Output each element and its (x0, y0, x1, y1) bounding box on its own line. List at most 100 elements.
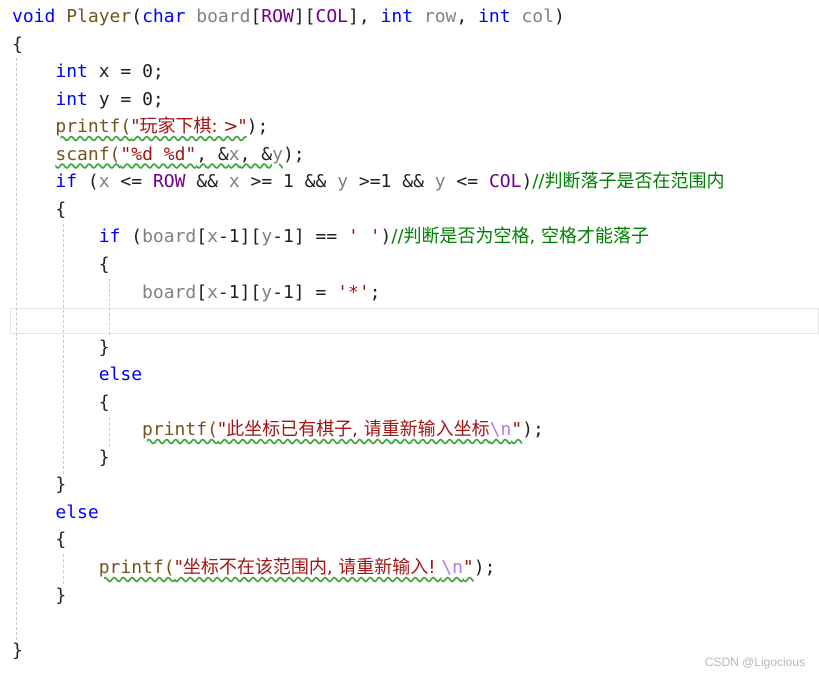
code-token: -1][ (217, 281, 262, 303)
code-line[interactable]: int y = 0; (12, 86, 164, 114)
code-token: int (55, 88, 88, 110)
code-line[interactable]: if (board[x-1][y-1] == ' ')//判断是否为空格, 空格… (12, 223, 649, 251)
code-token: ; (369, 281, 381, 303)
code-token: y (87, 88, 110, 110)
code-token: x (228, 143, 240, 165)
code-token: ][ (293, 6, 316, 27)
code-line[interactable]: { (12, 31, 23, 59)
code-line[interactable]: } (12, 334, 110, 362)
code-token: char (142, 6, 186, 27)
code-token: int (55, 61, 88, 83)
code-token: board (142, 281, 197, 303)
code-token: "%d %d" (120, 143, 197, 165)
code-token: x (228, 171, 240, 193)
code-token: ); (282, 143, 305, 165)
code-line[interactable]: else (12, 499, 99, 527)
code-line[interactable]: printf("此坐标已有棋子, 请重新输入坐标\n"); (12, 416, 544, 444)
code-token: Player (55, 6, 132, 27)
code-line[interactable]: board[x-1][y-1] = '*'; (12, 279, 381, 307)
code-line[interactable]: scanf("%d %d", &x, &y); (12, 141, 305, 169)
code-editor[interactable]: void Player(char board[ROW][COL], int ro… (0, 0, 819, 677)
code-token: { (12, 198, 67, 220)
code-token: -1][ (217, 226, 262, 248)
code-token: " (511, 419, 523, 441)
code-token: ROW (261, 6, 294, 27)
code-token: '*' (337, 281, 370, 303)
code-token: } (12, 446, 110, 468)
code-token: ) (521, 171, 533, 193)
code-token: " (462, 557, 474, 578)
code-token: ) (553, 6, 565, 27)
code-token: printf( (98, 557, 175, 578)
code-line[interactable]: printf("坐标不在该范围内, 请重新输入! \n"); (12, 554, 496, 582)
code-token: else (55, 501, 99, 523)
code-line[interactable]: } (12, 582, 66, 610)
code-token: if (98, 226, 121, 248)
code-token: row (413, 6, 457, 27)
code-token: "玩家下棋: >" (131, 116, 247, 138)
code-token: } (12, 639, 23, 661)
code-line[interactable]: else (12, 361, 142, 389)
code-line[interactable]: } (12, 637, 23, 665)
code-token: ); (473, 557, 496, 578)
code-line[interactable]: { (12, 389, 110, 417)
code-token: ( (77, 171, 99, 193)
code-token: && (185, 171, 229, 193)
code-token: <= (109, 171, 153, 193)
code-line[interactable]: } (12, 444, 110, 472)
code-token: ( (120, 226, 143, 248)
code-token: [ (196, 226, 208, 248)
code-token: int (380, 6, 414, 27)
watermark: CSDN @Ligocious (704, 655, 805, 669)
code-line[interactable]: { (12, 526, 66, 554)
code-token: ); (246, 116, 269, 138)
code-token: } (12, 474, 67, 496)
code-token: , (456, 6, 479, 27)
code-token: x (207, 281, 218, 303)
code-token: //判断落子是否在范围内 (532, 171, 725, 193)
code-token: scanf( (55, 143, 121, 165)
code-token: printf( (55, 116, 132, 138)
code-line[interactable]: printf("玩家下棋: >"); (12, 113, 268, 141)
code-token: board (185, 6, 251, 27)
code-token: y (272, 143, 283, 165)
code-token: >= 1 && (239, 171, 338, 193)
code-token: } (12, 336, 110, 358)
code-token: = 0; (109, 88, 164, 110)
code-token: x (98, 171, 110, 193)
code-token: } (12, 584, 67, 606)
current-line-highlight (10, 308, 819, 334)
code-line[interactable]: } (12, 471, 66, 499)
code-token: if (55, 171, 78, 193)
code-token: -1] == (272, 226, 349, 248)
code-token: int (478, 6, 511, 27)
code-token: { (12, 391, 110, 413)
code-token: <= (445, 171, 489, 193)
code-token: { (12, 253, 110, 275)
code-line[interactable]: void Player(char board[ROW][COL], int ro… (12, 3, 565, 31)
code-token: board (142, 226, 197, 248)
code-token: "此坐标已有棋子, 请重新输入坐标 (217, 419, 490, 441)
code-token: { (12, 529, 67, 551)
code-token: ], (348, 6, 381, 27)
code-token: ' ' (348, 226, 381, 248)
code-line[interactable]: if (x <= ROW && x >= 1 && y >=1 && y <= … (12, 168, 724, 196)
code-token: x (207, 226, 218, 248)
code-line[interactable]: { (12, 196, 66, 224)
code-token: col (510, 6, 554, 27)
code-token: , & (239, 143, 273, 165)
code-token: [ (196, 281, 208, 303)
code-line[interactable]: { (12, 251, 110, 279)
code-token: ); (522, 419, 544, 441)
code-token: "坐标不在该范围内, 请重新输入! (174, 557, 442, 578)
code-line[interactable]: int x = 0; (12, 58, 163, 86)
code-token: printf( (142, 419, 218, 441)
code-token: \n (489, 419, 512, 441)
code-token: y (261, 226, 273, 248)
